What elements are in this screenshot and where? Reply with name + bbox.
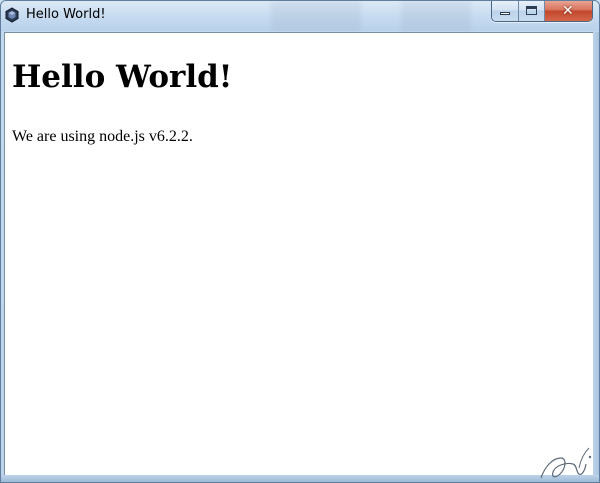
title-bar[interactable]: Hello World! ✕ [1,1,599,31]
signature-watermark [540,447,592,479]
maximize-button[interactable] [519,1,545,21]
page-heading: Hello World! [12,59,233,95]
background-blur [401,1,471,31]
background-blur [271,1,361,31]
close-button[interactable]: ✕ [545,1,592,21]
window-frame-bottom[interactable] [1,475,599,482]
app-icon[interactable] [4,7,20,23]
maximize-icon [526,6,537,15]
close-icon: ✕ [562,3,574,19]
version-text: We are using node.js v6.2.2. [12,128,193,145]
window-title: Hello World! [26,7,106,22]
caption-buttons: ✕ [491,1,593,22]
app-window: Hello World! ✕ Hello World! We are using… [0,0,600,483]
page-content: Hello World! We are using node.js v6.2.2… [4,32,594,477]
minimize-button[interactable] [492,1,519,21]
window-frame-right[interactable] [593,32,599,477]
minimize-icon [500,12,510,15]
